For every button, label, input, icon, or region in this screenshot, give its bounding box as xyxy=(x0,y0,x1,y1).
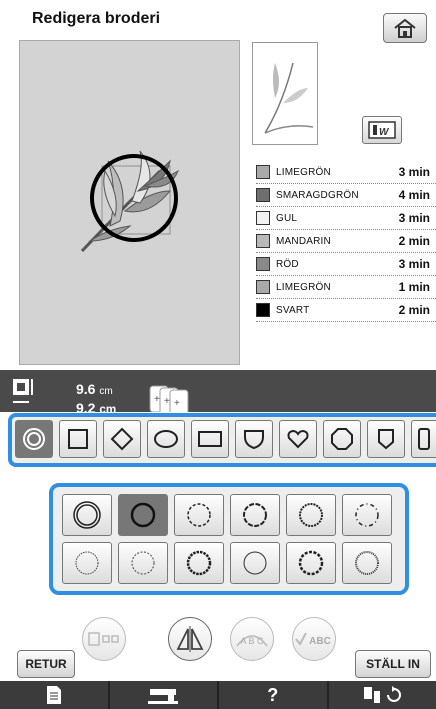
variant-thick-line-button[interactable] xyxy=(118,494,168,536)
svg-text:ABC: ABC xyxy=(309,636,331,647)
text-arc-icon: A B C xyxy=(236,635,268,647)
heart-icon xyxy=(287,429,309,449)
stall-in-button[interactable]: STÄLL IN xyxy=(355,650,431,678)
nav-machine-button[interactable] xyxy=(110,681,219,709)
scallop-circle-icon xyxy=(299,503,323,527)
pattern-width: 9.6 cm xyxy=(76,381,113,397)
color-swatch xyxy=(256,257,270,271)
text-arc-button[interactable]: A B C xyxy=(230,617,274,661)
variant-double-line-button[interactable] xyxy=(62,494,112,536)
double-circle-icon xyxy=(23,428,45,450)
list-item: SVART 2 min xyxy=(256,299,436,322)
variant-bead-large-button[interactable] xyxy=(286,542,336,584)
text-check-button[interactable]: ABC xyxy=(292,617,336,661)
pattern-thumbnail xyxy=(252,42,318,145)
document-icon xyxy=(46,686,61,704)
color-swatch xyxy=(256,188,270,202)
double-line-circle-icon xyxy=(73,501,101,529)
thumbnail-design xyxy=(264,62,314,134)
mirror-button[interactable]: W xyxy=(362,116,402,144)
narrow-rect-icon xyxy=(418,428,430,450)
page-title: Redigera broderi xyxy=(32,10,161,27)
diamond-icon xyxy=(110,427,134,451)
nav-help-button[interactable]: ? xyxy=(219,681,329,709)
list-item: LIMEGRÖN 3 min xyxy=(256,161,436,184)
bead-circle-icon xyxy=(186,550,212,576)
home-button[interactable] xyxy=(383,13,427,43)
hexagon-icon xyxy=(331,428,353,450)
settings-refresh-icon xyxy=(364,686,402,703)
dashed-circle-icon xyxy=(187,503,211,527)
dotted-dash-circle-icon xyxy=(355,503,379,527)
svg-text:+: + xyxy=(174,398,180,409)
help-icon: ? xyxy=(267,684,279,705)
thick-circle-icon xyxy=(130,502,156,528)
retur-button[interactable]: RETUR xyxy=(17,650,75,678)
list-item: LIMEGRÖN 1 min xyxy=(256,276,436,299)
zigzag-circle-icon xyxy=(131,551,155,575)
thin-circle-icon xyxy=(243,551,267,575)
bottom-nav-bar: ? xyxy=(0,681,436,709)
multiple-copies-icon: + + + xyxy=(149,385,189,414)
embroidery-preview-canvas[interactable] xyxy=(19,40,240,365)
frame-layout-button[interactable] xyxy=(82,617,126,661)
wavy-circle-icon xyxy=(243,503,267,527)
size-icon xyxy=(13,379,33,403)
nav-document-button[interactable] xyxy=(0,681,110,709)
check-abc-icon: ABC xyxy=(295,632,331,647)
color-swatch xyxy=(256,234,270,248)
square-icon xyxy=(68,429,88,449)
svg-text:W: W xyxy=(379,127,390,138)
nav-settings-button[interactable] xyxy=(329,681,436,709)
variant-zigzag-button[interactable] xyxy=(118,542,168,584)
frame-shape-square-button[interactable] xyxy=(59,420,97,458)
fine-zigzag-circle-icon xyxy=(355,551,379,575)
frame-shape-rectangle-button[interactable] xyxy=(191,420,229,458)
home-icon xyxy=(394,18,416,38)
list-item: GUL 3 min xyxy=(256,207,436,230)
list-item: SMARAGDGRÖN 4 min xyxy=(256,184,436,207)
variant-dotted-dash-button[interactable] xyxy=(342,494,392,536)
frame-shape-circle-button[interactable] xyxy=(15,420,53,458)
frame-shape-hexagon-button[interactable] xyxy=(323,420,361,458)
variant-zigzag-small-button[interactable] xyxy=(62,542,112,584)
pattern-height: 9.2 cm xyxy=(76,400,117,412)
color-swatch xyxy=(256,280,270,294)
thread-color-list: LIMEGRÖN 3 min SMARAGDGRÖN 4 min GUL 3 m… xyxy=(256,161,436,322)
sewing-machine-icon xyxy=(148,689,179,704)
list-item: MANDARIN 2 min xyxy=(256,230,436,253)
variant-fine-zigzag-button[interactable] xyxy=(342,542,392,584)
variant-dashed-wavy-button[interactable] xyxy=(230,494,280,536)
variant-scallop-button[interactable] xyxy=(286,494,336,536)
frame-shape-diamond-button[interactable] xyxy=(103,420,141,458)
svg-text:+: + xyxy=(164,396,170,407)
mirror-horizontal-icon xyxy=(176,626,204,652)
frame-layout-icon xyxy=(88,632,119,646)
variant-bead-button[interactable] xyxy=(174,542,224,584)
variant-dashed-small-button[interactable] xyxy=(174,494,224,536)
variant-thin-line-button[interactable] xyxy=(230,542,280,584)
embroidery-design xyxy=(80,150,180,253)
mirror-horizontal-button[interactable] xyxy=(168,617,212,661)
frame-shape-heart-button[interactable] xyxy=(279,420,317,458)
color-swatch xyxy=(256,303,270,317)
badge-icon xyxy=(378,429,394,450)
mirror-icon: W xyxy=(368,121,396,139)
frame-shape-oval-button[interactable] xyxy=(147,420,185,458)
frame-shape-badge-button[interactable] xyxy=(367,420,405,458)
bead-large-circle-icon xyxy=(298,550,324,576)
color-swatch xyxy=(256,211,270,225)
svg-text:+: + xyxy=(154,394,160,405)
shield-icon xyxy=(244,430,264,450)
oval-icon xyxy=(154,430,178,448)
list-item: RÖD 3 min xyxy=(256,253,436,276)
svg-text:A B C: A B C xyxy=(240,636,264,646)
zigzag-small-circle-icon xyxy=(75,551,99,575)
frame-shape-narrow-button[interactable] xyxy=(411,420,436,458)
rectangle-icon xyxy=(198,431,222,447)
color-swatch xyxy=(256,165,270,179)
frame-shape-shield-button[interactable] xyxy=(235,420,273,458)
